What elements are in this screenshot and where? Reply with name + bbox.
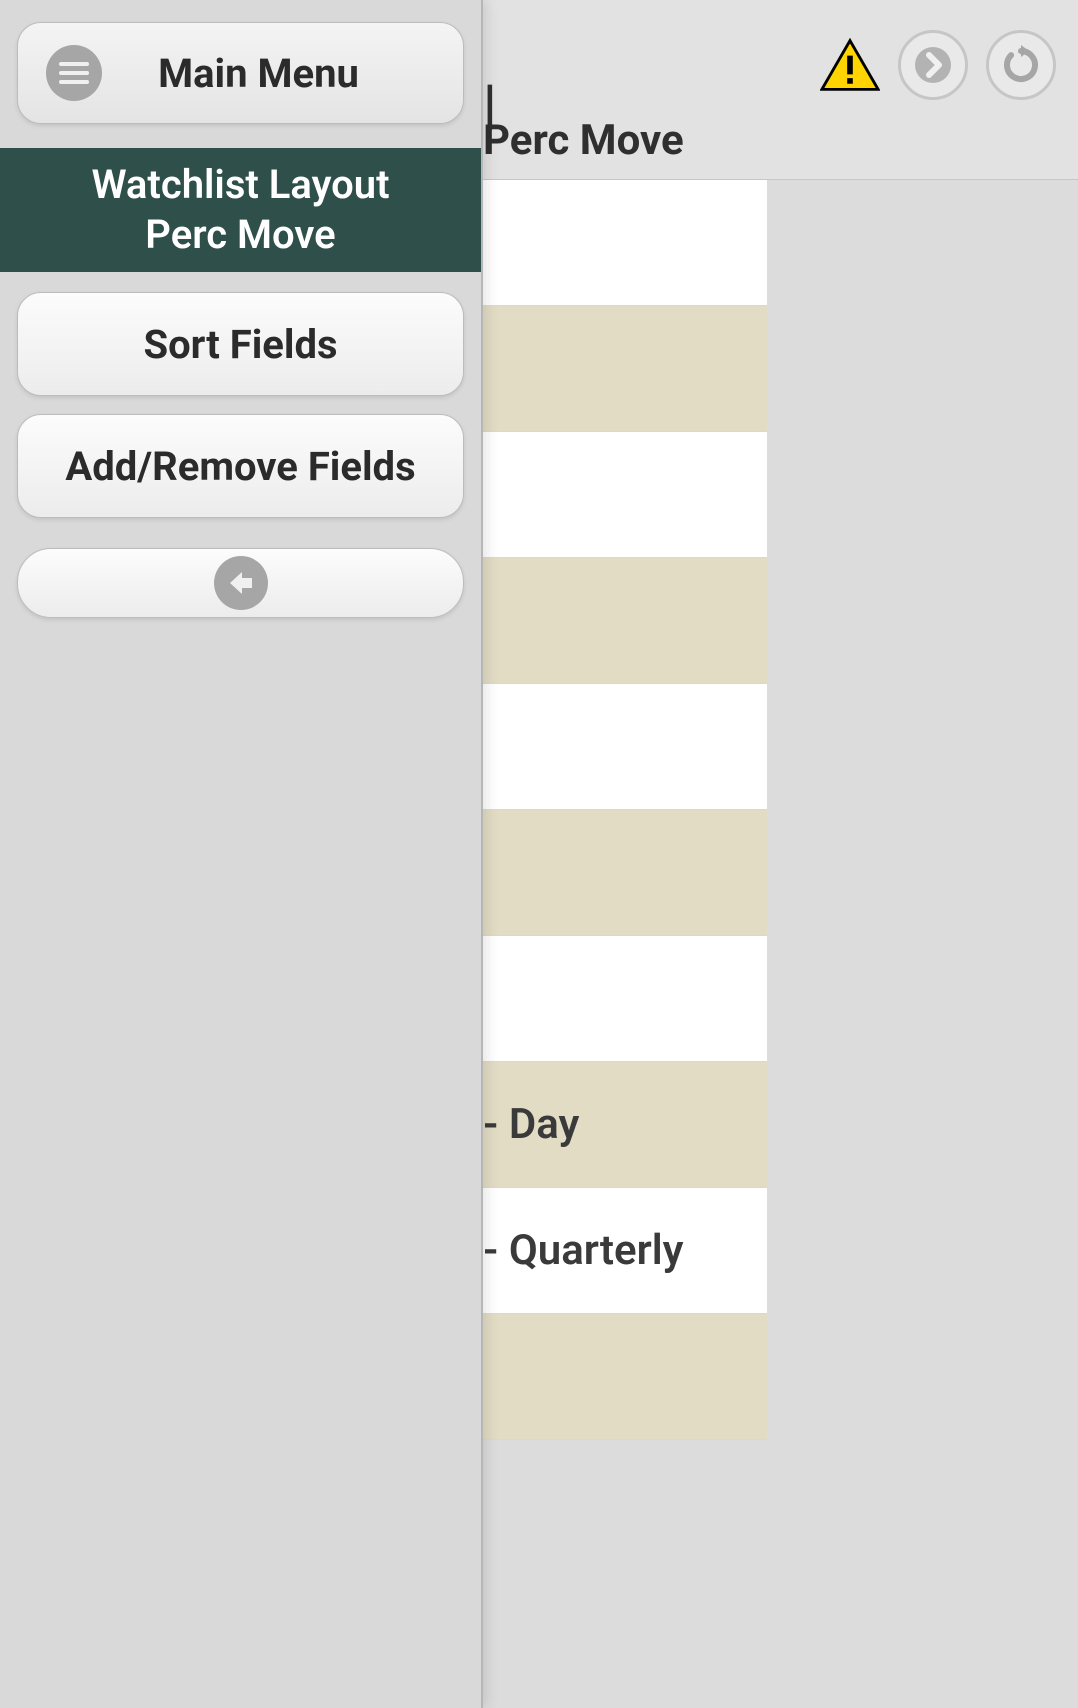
back-button[interactable] xyxy=(17,548,464,618)
list-item[interactable]: - Quarterly xyxy=(483,1188,767,1314)
list-item[interactable] xyxy=(483,1314,767,1440)
refresh-button[interactable] xyxy=(986,30,1056,100)
list-item[interactable] xyxy=(483,558,767,684)
list-item[interactable]: - Day xyxy=(483,1062,767,1188)
list-item[interactable] xyxy=(483,180,767,306)
list-item[interactable] xyxy=(483,432,767,558)
list-item-label: - Quarterly xyxy=(483,1226,684,1275)
add-remove-fields-label: Add/Remove Fields xyxy=(65,443,415,490)
sort-fields-button[interactable]: Sort Fields xyxy=(17,292,464,396)
selected-layout-line2: Perc Move xyxy=(20,210,461,260)
list-area: - Day - Quarterly xyxy=(483,180,767,1708)
sort-fields-label: Sort Fields xyxy=(143,321,337,368)
list-item-label: - Day xyxy=(483,1100,579,1149)
right-gutter xyxy=(767,180,1078,1708)
list-item[interactable] xyxy=(483,306,767,432)
list-item[interactable] xyxy=(483,936,767,1062)
main-menu-label: Main Menu xyxy=(110,50,463,97)
selected-layout-line1: Watchlist Layout xyxy=(20,160,461,210)
header-subtitle: Perc Move xyxy=(483,116,684,165)
warning-icon[interactable] xyxy=(820,35,880,95)
add-remove-fields-button[interactable]: Add/Remove Fields xyxy=(17,414,464,518)
header-icons-group xyxy=(820,30,1056,100)
sidebar-panel: Main Menu Watchlist Layout Perc Move Sor… xyxy=(0,0,483,1708)
next-button[interactable] xyxy=(898,30,968,100)
list-item[interactable] xyxy=(483,810,767,936)
list-item[interactable] xyxy=(483,684,767,810)
main-menu-button[interactable]: Main Menu xyxy=(17,22,464,124)
hamburger-icon xyxy=(46,45,102,101)
selected-layout-banner: Watchlist Layout Perc Move xyxy=(0,148,481,272)
back-arrow-icon xyxy=(214,556,268,610)
